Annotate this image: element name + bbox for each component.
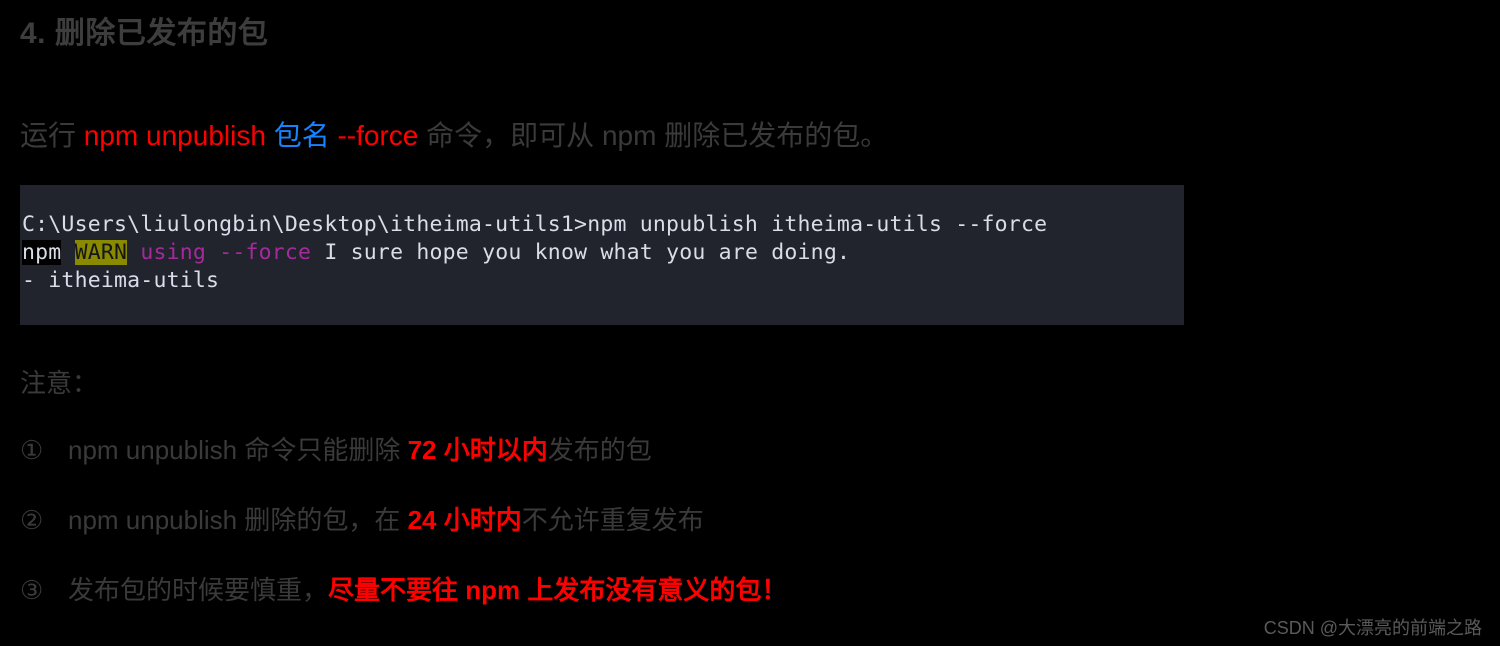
intro-space-1 xyxy=(266,120,274,151)
intro-command-text: npm unpublish xyxy=(83,120,266,151)
terminal-warning-message: I sure hope you know what you are doing. xyxy=(311,240,851,265)
note-text-after-1: 发布的包 xyxy=(547,435,652,465)
csdn-watermark: CSDN @大漂亮的前端之路 xyxy=(1263,618,1482,638)
note-label: 注意： xyxy=(20,368,99,398)
terminal-warn-badge: WARN xyxy=(74,240,128,265)
intro-paragraph: 运行 npm unpublish 包名 --force 命令，即可从 npm 删… xyxy=(20,119,888,153)
note-item-3: ③ 发布包的时候要慎重，尽量不要往 npm 上发布没有意义的包！ xyxy=(20,574,787,606)
note-marker-2: ② xyxy=(20,505,44,535)
intro-suffix-text: 命令，即可从 npm 删除已发布的包。 xyxy=(418,120,889,151)
note-item-1: ① npm unpublish 命令只能删除 72 小时以内发布的包 xyxy=(20,434,652,466)
intro-flag-text: --force xyxy=(337,120,419,151)
note-marker-3: ③ xyxy=(20,575,44,605)
intro-prefix-text: 运行 xyxy=(20,120,84,151)
note-marker-1: ① xyxy=(20,435,44,465)
note-text-before-3: 发布包的时候要慎重， xyxy=(68,575,329,605)
terminal-npm-tag: npm xyxy=(22,240,62,265)
note-item-2: ② npm unpublish 删除的包，在 24 小时内不允许重复发布 xyxy=(20,504,704,536)
note-highlight-1: 72 小时以内 xyxy=(407,435,548,465)
terminal-using-force-text: using --force xyxy=(140,240,312,265)
terminal-line-removed-package: - itheima-utils xyxy=(22,268,220,293)
intro-package-placeholder-text: 包名 xyxy=(273,120,330,151)
page-title: 4. 删除已发布的包 xyxy=(20,17,269,50)
note-highlight-2: 24 小时内 xyxy=(407,505,522,535)
note-text-after-2: 不允许重复发布 xyxy=(521,505,704,535)
note-highlight-3: 尽量不要往 npm 上发布没有意义的包！ xyxy=(328,575,788,605)
terminal-line-command: C:\Users\liulongbin\Desktop\itheima-util… xyxy=(22,212,1048,237)
terminal-line-warning: npm WARN using --force I sure hope you k… xyxy=(22,239,1184,267)
terminal-gap-2 xyxy=(127,240,140,265)
terminal-output-block: C:\Users\liulongbin\Desktop\itheima-util… xyxy=(20,185,1184,325)
terminal-gap-1 xyxy=(61,240,74,265)
note-text-before-1: npm unpublish 命令只能删除 xyxy=(68,435,408,465)
note-text-before-2: npm unpublish 删除的包，在 xyxy=(68,505,408,535)
